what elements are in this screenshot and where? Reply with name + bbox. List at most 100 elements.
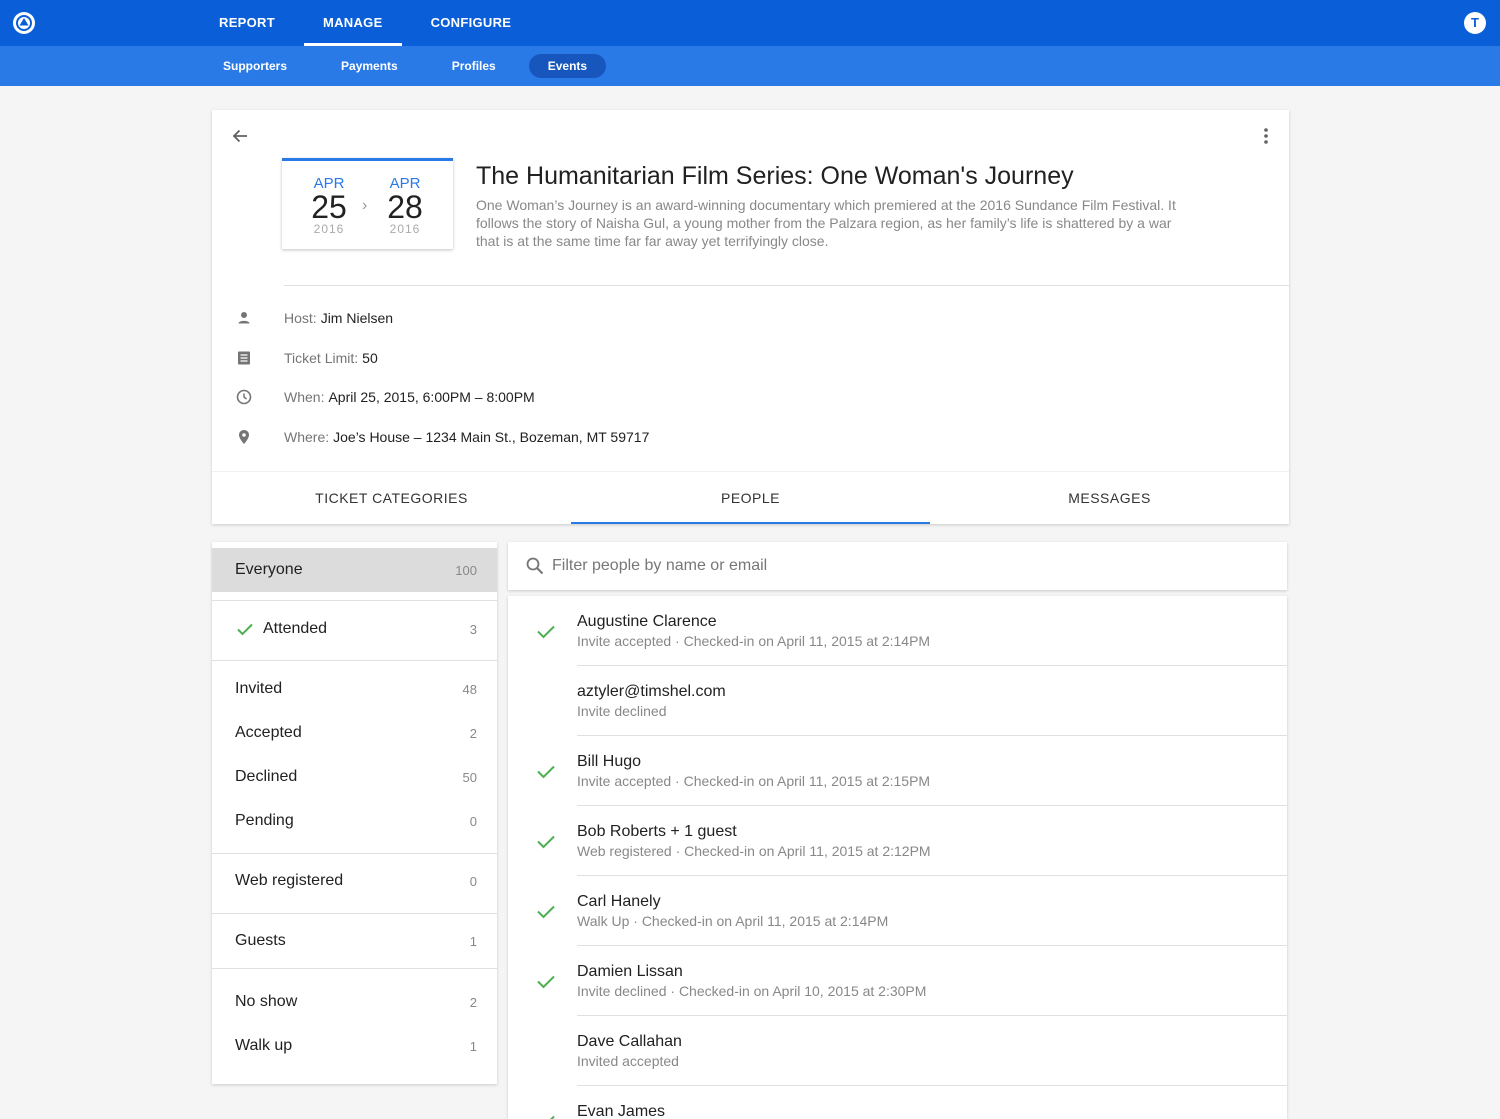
person-row[interactable]: aztyler@timshel.com Invite declined [508, 666, 1287, 736]
filter-count: 50 [462, 769, 477, 785]
person-name: Augustine Clarence [577, 613, 717, 630]
filter-count: 1 [469, 933, 477, 949]
filter-pending[interactable]: Pending 0 [212, 799, 497, 843]
filter-count: 0 [469, 813, 477, 829]
filter-label-wrap: Attended [235, 619, 470, 639]
end-day: 28 [387, 189, 423, 225]
check-icon [237, 623, 253, 636]
subnav-profiles[interactable]: Profiles [439, 54, 509, 78]
tab-messages[interactable]: MESSAGES [930, 472, 1289, 524]
filter-label: Web registered [235, 872, 344, 889]
filter-no-show[interactable]: No show 2 [212, 980, 497, 1024]
divider [212, 853, 497, 854]
person-name: Dave Callahan [577, 1033, 682, 1050]
filter-web-registered[interactable]: Web registered 0 [212, 859, 497, 903]
subnav-payments[interactable]: Payments [328, 54, 411, 78]
end-year: 2016 [389, 222, 421, 236]
checked-in-icon [537, 905, 555, 919]
checked-in-icon [537, 975, 555, 989]
person-row[interactable]: Augustine Clarence Invite accepted · Che… [508, 596, 1287, 666]
person-status: Invite declined [577, 703, 667, 719]
when-label: When: [284, 389, 325, 405]
filter-count: 100 [455, 562, 477, 578]
subnav-supporters[interactable]: Supporters [210, 54, 300, 78]
where-label: Where: [284, 429, 330, 445]
where-row: Where: Joe’s House – 1234 Main St., Boze… [234, 427, 649, 447]
checked-in-icon [537, 765, 555, 779]
person-name: aztyler@timshel.com [577, 683, 726, 700]
tab-people[interactable]: PEOPLE [571, 472, 930, 524]
filter-label: Walk up [235, 1037, 293, 1054]
start-day: 25 [311, 189, 347, 225]
person-name: Bob Roberts + 1 guest [577, 823, 737, 840]
subnav-events[interactable]: Events [528, 54, 607, 78]
people-search-box [508, 542, 1287, 590]
user-avatar[interactable]: T [1464, 12, 1486, 34]
filter-label: Attended [263, 620, 328, 637]
filter-label: Invited [235, 680, 283, 697]
more-vert-icon [1264, 128, 1268, 144]
start-year: 2016 [313, 222, 345, 236]
logo-triangle-icon [16, 15, 32, 31]
people-list: Augustine Clarence Invite accepted · Che… [508, 596, 1287, 1119]
person-name: Bill Hugo [577, 753, 642, 770]
filter-walk-up[interactable]: Walk up 1 [212, 1024, 497, 1068]
filter-attended[interactable]: Attended 3 [212, 607, 497, 651]
divider [284, 285, 1289, 286]
filter-label: Everyone [235, 561, 303, 578]
filter-label: No show [235, 993, 298, 1010]
filter-label: Accepted [235, 724, 302, 741]
host-value: Jim Nielsen [320, 310, 394, 326]
person-row[interactable]: Damien Lissan Invite declined · Checked-… [508, 946, 1287, 1016]
event-description: One Woman’s Journey is an award-winning … [476, 197, 1176, 249]
person-status: Walk Up · Checked-in on April 11, 2015 a… [577, 913, 889, 929]
tab-ticket-categories[interactable]: TICKET CATEGORIES [212, 472, 571, 524]
divider [212, 968, 497, 969]
nav-manage[interactable]: MANAGE [303, 0, 402, 46]
checked-in-icon [537, 625, 555, 639]
event-card: APR 25 2016 › APR 28 2016 The Humanitari… [212, 110, 1289, 524]
start-date: APR 25 2016 [299, 176, 359, 237]
filter-count: 1 [469, 1038, 477, 1054]
nav-configure[interactable]: CONFIGURE [412, 0, 531, 46]
top-app-bar: REPORT MANAGE CONFIGURE T [0, 0, 1500, 46]
filter-label: Guests [235, 932, 286, 949]
more-options-button[interactable] [1256, 126, 1276, 146]
location-pin-icon [239, 430, 249, 444]
divider [212, 913, 497, 914]
person-row[interactable]: Dave Callahan Invited accepted [508, 1016, 1287, 1086]
app-logo-icon[interactable] [13, 12, 35, 34]
person-status: Invite declined · Checked-in on April 10… [577, 983, 927, 999]
filter-count: 2 [469, 725, 477, 741]
filter-label: Pending [235, 812, 294, 829]
sub-nav: Supporters Payments Profiles Events [210, 54, 634, 78]
person-row[interactable]: Bill Hugo Invite accepted · Checked-in o… [508, 736, 1287, 806]
person-name: Evan James [577, 1103, 666, 1119]
person-icon [238, 312, 250, 324]
people-filter-panel: Everyone 100 Attended 3 Invited 48 Accep… [212, 542, 497, 1084]
when-value: April 25, 2015, 6:00PM – 8:00PM [328, 389, 535, 405]
person-status: Invite accepted · Checked-in on April 11… [577, 773, 931, 789]
people-search-input[interactable] [552, 554, 1252, 578]
person-row[interactable]: Carl Hanely Walk Up · Checked-in on Apri… [508, 876, 1287, 946]
filter-accepted[interactable]: Accepted 2 [212, 711, 497, 755]
person-status: Web registered · Checked-in on April 11,… [577, 843, 931, 859]
person-row[interactable]: Bob Roberts + 1 guest Web registered · C… [508, 806, 1287, 876]
person-row[interactable]: Evan James [508, 1086, 1287, 1119]
filter-everyone[interactable]: Everyone 100 [212, 548, 497, 592]
person-status: Invited accepted [577, 1053, 679, 1069]
end-date: APR 28 2016 [375, 176, 435, 237]
filter-guests[interactable]: Guests 1 [212, 919, 497, 963]
where-value: Joe’s House – 1234 Main St., Bozeman, MT… [333, 429, 650, 445]
checked-in-icon [550, 1115, 555, 1119]
host-label: Host: [284, 310, 317, 326]
event-title: The Humanitarian Film Series: One Woman'… [476, 162, 1074, 190]
checked-in-icon [537, 835, 555, 849]
nav-report[interactable]: REPORT [200, 0, 294, 46]
filter-label: Declined [235, 768, 298, 785]
filter-declined[interactable]: Declined 50 [212, 755, 497, 799]
back-button[interactable] [230, 126, 250, 146]
filter-invited[interactable]: Invited 48 [212, 667, 497, 711]
event-tabs: TICKET CATEGORIES PEOPLE MESSAGES [212, 471, 1289, 524]
when-row: When: April 25, 2015, 6:00PM – 8:00PM [234, 387, 535, 407]
